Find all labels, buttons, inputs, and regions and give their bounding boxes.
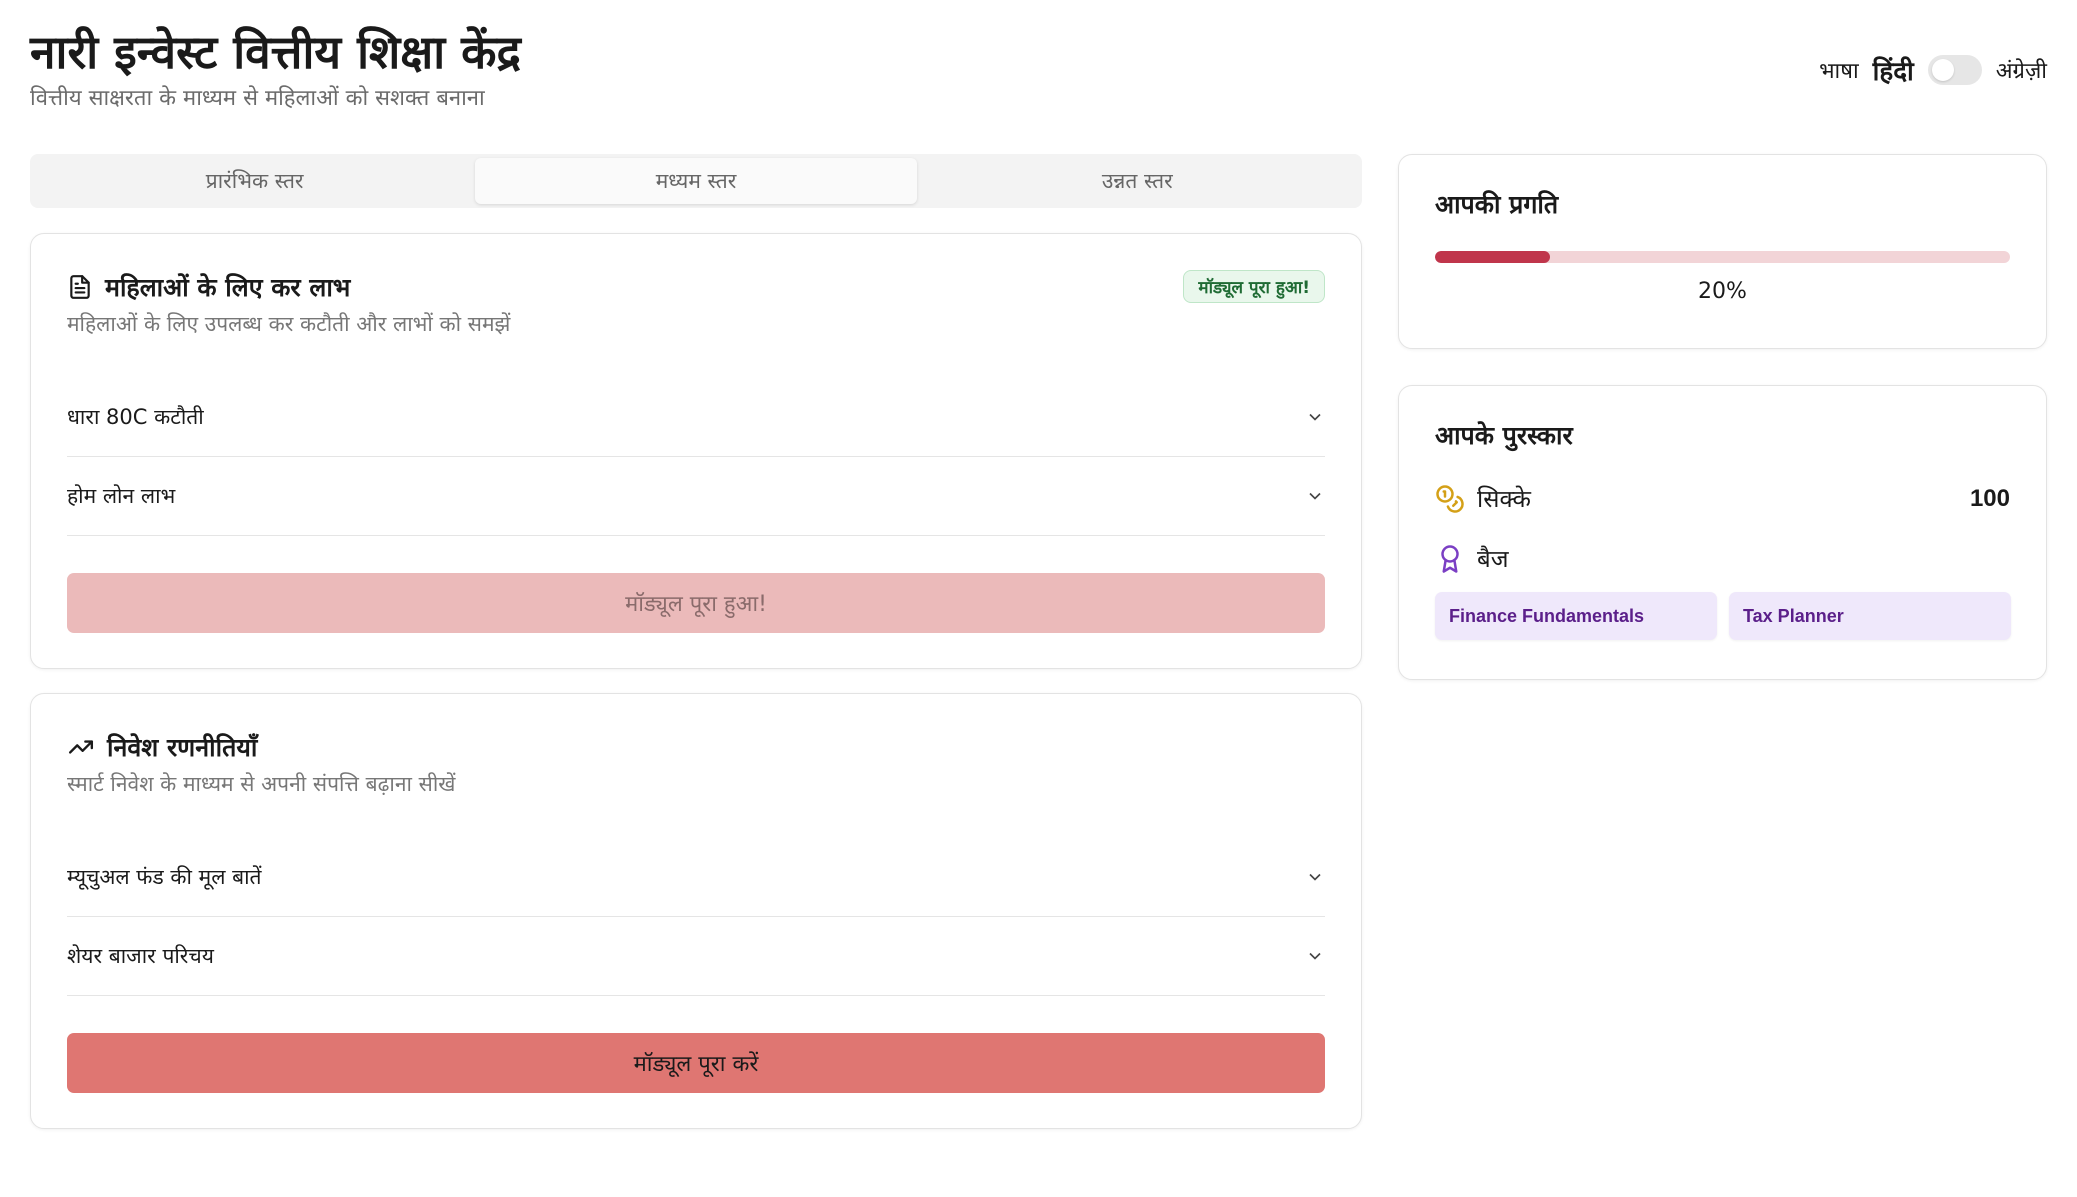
language-english[interactable]: अंग्रेज़ी [1996, 55, 2047, 85]
level-tabs: प्रारंभिक स्तर मध्यम स्तर उन्नत स्तर [30, 154, 1362, 208]
tab-intermediate[interactable]: मध्यम स्तर [475, 158, 917, 204]
rewards-card: आपके पुरस्कार सिक्के 100 बैज Finance Fun… [1398, 385, 2047, 680]
badges-row: बैज [1435, 542, 2010, 575]
module-card-tax: महिलाओं के लिए कर लाभ मॉड्यूल पूरा हुआ! … [30, 233, 1362, 669]
badges-label: बैज [1477, 545, 1509, 573]
accordion-label: म्यूचुअल फंड की मूल बातें [67, 864, 262, 889]
language-switcher: भाषा हिंदी अंग्रेज़ी [1819, 52, 2047, 88]
rewards-title: आपके पुरस्कार [1435, 421, 1573, 450]
progress-percent: 20% [1698, 279, 1747, 304]
language-hindi[interactable]: हिंदी [1873, 52, 1914, 88]
tab-beginner[interactable]: प्रारंभिक स्तर [34, 158, 475, 204]
accordion-item[interactable]: होम लोन लाभ [67, 456, 1325, 536]
chevron-down-icon [1309, 413, 1321, 421]
accordion-label: होम लोन लाभ [67, 483, 176, 508]
module-title-text: महिलाओं के लिए कर लाभ [105, 273, 351, 302]
module-title: महिलाओं के लिए कर लाभ [67, 270, 350, 304]
coins-icon [1436, 484, 1464, 513]
progress-title: आपकी प्रगति [1435, 190, 1559, 219]
coins-value: 100 [1969, 484, 2010, 512]
badge-pill: Finance Fundamentals [1435, 592, 1717, 640]
accordion-item[interactable]: शेयर बाजार परिचय [67, 916, 1325, 996]
tab-advanced[interactable]: उन्नत स्तर [917, 158, 1358, 204]
progress-bar-fill [1435, 251, 1550, 263]
module-complete-button[interactable]: मॉड्यूल पूरा हुआ! [67, 573, 1325, 633]
completed-badge: मॉड्यूल पूरा हुआ! [1183, 270, 1325, 303]
module-complete-button[interactable]: मॉड्यूल पूरा करें [67, 1033, 1325, 1093]
document-icon [70, 275, 90, 299]
language-toggle[interactable] [1927, 55, 1982, 85]
module-title-text: निवेश रणनीतियाँ [107, 733, 258, 762]
badge-pill: Tax Planner [1729, 592, 2011, 640]
page-subtitle: वित्तीय साक्षरता के माध्यम से महिलाओं को… [30, 86, 485, 111]
chevron-down-icon [1309, 873, 1321, 881]
accordion-label: धारा 80C कटौती [67, 404, 204, 429]
module-card-investment: निवेश रणनीतियाँ स्मार्ट निवेश के माध्यम … [30, 693, 1362, 1129]
page-title: नारी इन्वेस्ट वित्तीय शिक्षा केंद्र [30, 25, 521, 79]
accordion-item[interactable]: म्यूचुअल फंड की मूल बातें [67, 837, 1325, 917]
coins-label: सिक्के [1477, 485, 1531, 513]
accordion-label: शेयर बाजार परिचय [67, 943, 214, 968]
language-label: भाषा [1819, 59, 1859, 84]
chevron-down-icon [1309, 492, 1321, 500]
accordion-item[interactable]: धारा 80C कटौती [67, 377, 1325, 457]
chevron-down-icon [1309, 952, 1321, 960]
award-icon [1441, 544, 1459, 573]
module-title: निवेश रणनीतियाँ [67, 730, 257, 764]
module-description: महिलाओं के लिए उपलब्ध कर कटौती और लाभों … [67, 312, 511, 336]
trending-up-icon [68, 740, 94, 754]
progress-bar [1435, 251, 2010, 263]
coins-row: सिक्के 100 [1435, 482, 2010, 515]
module-description: स्मार्ट निवेश के माध्यम से अपनी संपत्ति … [67, 772, 456, 796]
progress-card: आपकी प्रगति 20% [1398, 154, 2047, 349]
